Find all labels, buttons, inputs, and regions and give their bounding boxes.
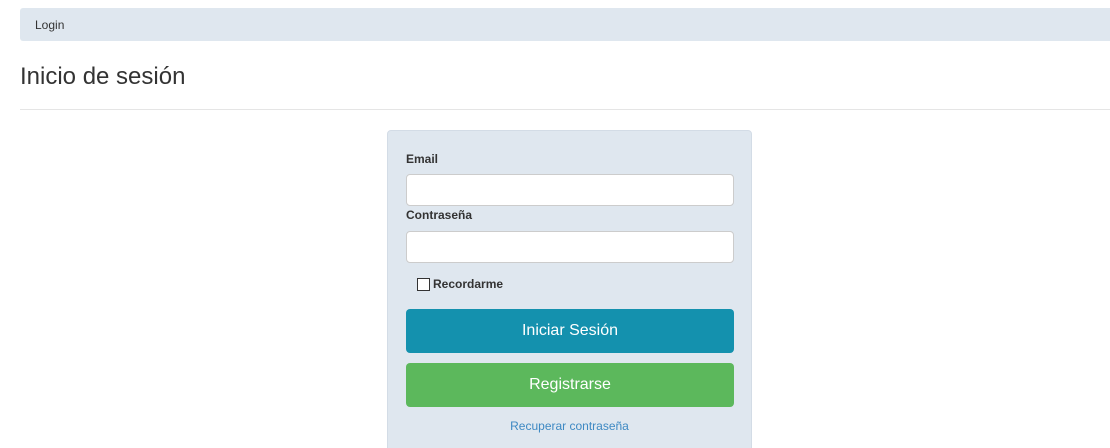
breadcrumb-item-login[interactable]: Login [35, 18, 64, 32]
login-panel: Email Contraseña Recordarme Iniciar Sesi… [387, 130, 752, 448]
breadcrumb: Login [20, 8, 1110, 41]
title-divider [20, 109, 1110, 110]
login-button[interactable]: Iniciar Sesión [406, 309, 734, 353]
recover-password-link[interactable]: Recuperar contraseña [388, 419, 751, 433]
register-button[interactable]: Registrarse [406, 363, 734, 407]
page-title: Inicio de sesión [20, 63, 186, 90]
remember-me-row[interactable]: Recordarme [417, 277, 503, 291]
remember-me-checkbox[interactable] [417, 277, 430, 291]
remember-me-label[interactable]: Recordarme [433, 277, 503, 291]
password-label: Contraseña [406, 208, 473, 222]
email-field[interactable] [406, 174, 734, 206]
password-field[interactable] [406, 231, 734, 263]
email-label: Email [406, 152, 439, 166]
